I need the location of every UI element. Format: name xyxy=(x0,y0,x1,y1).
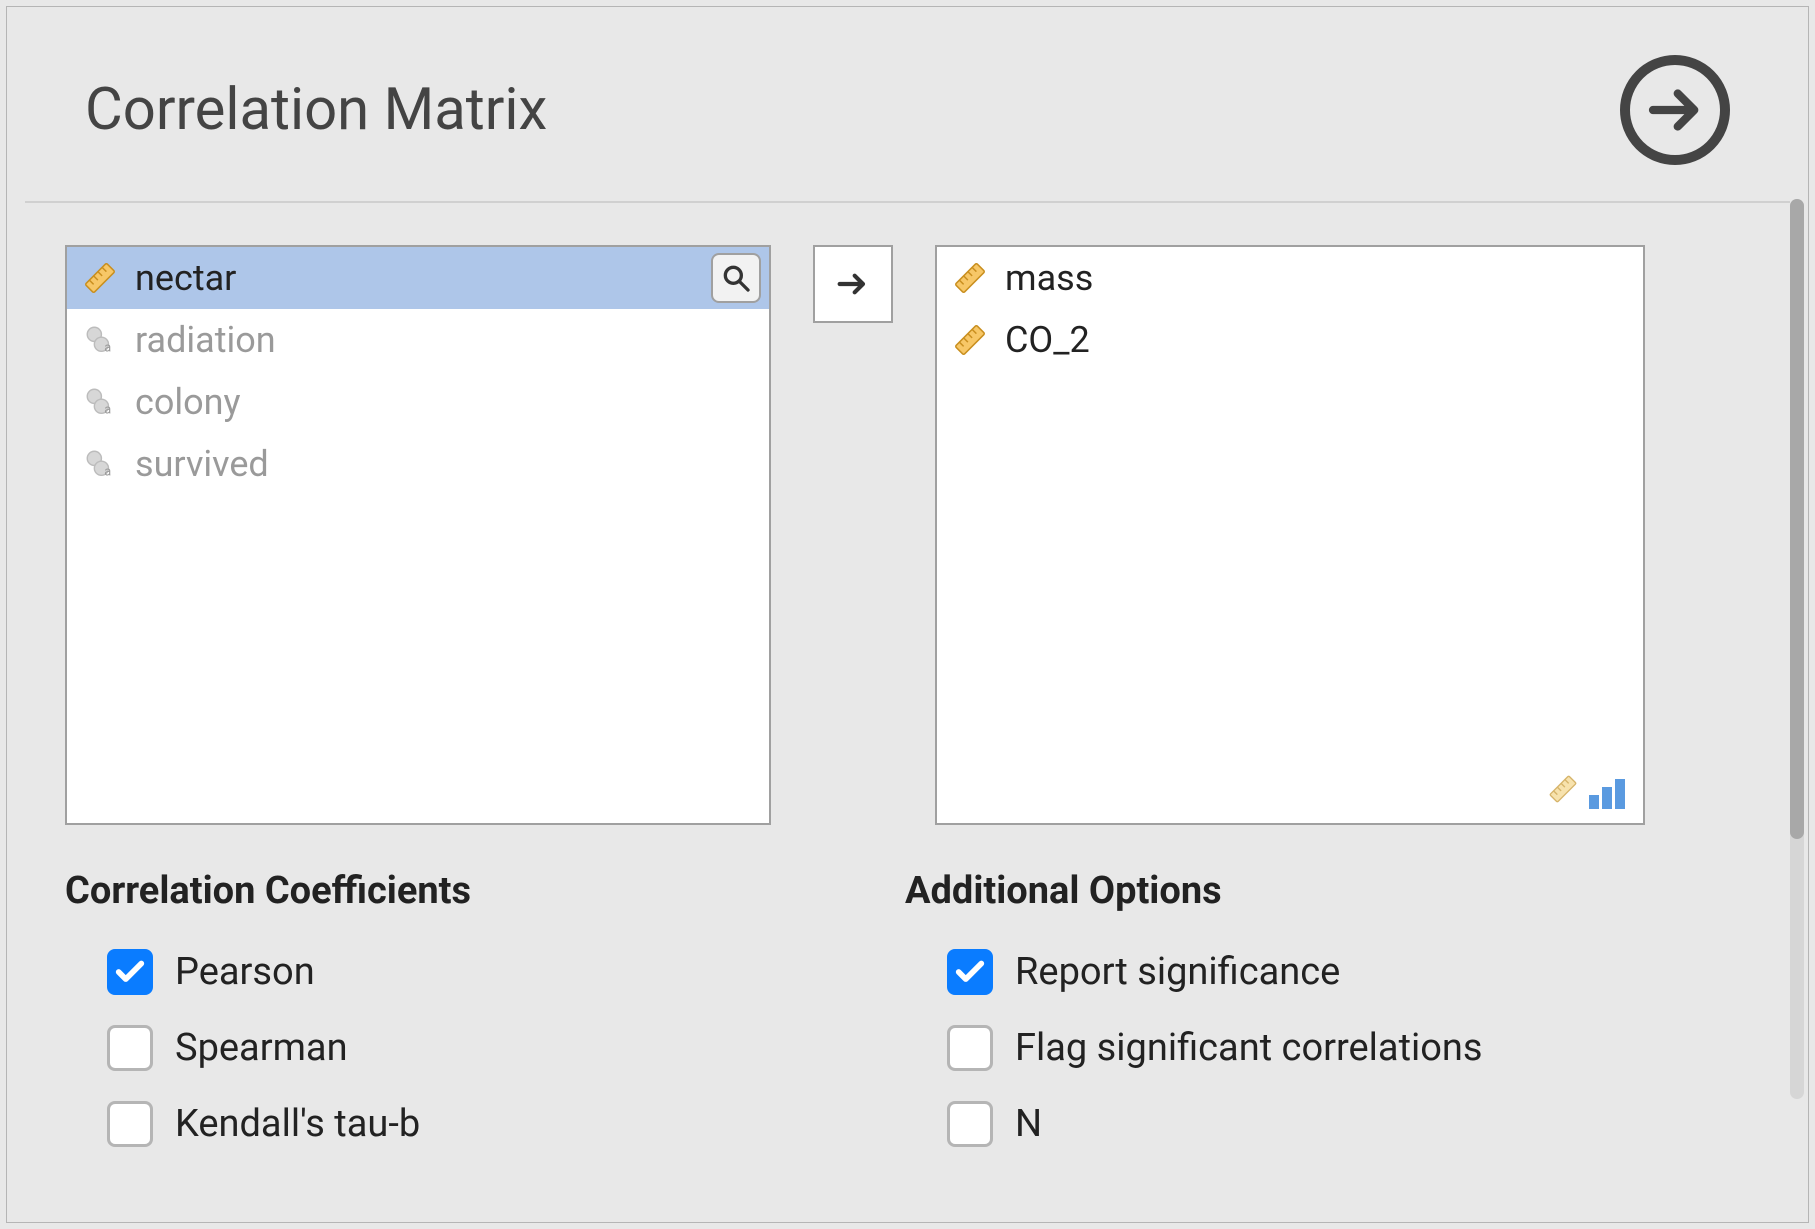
section-title-additional: Additional Options xyxy=(905,869,1745,913)
bars-icon xyxy=(1589,779,1625,809)
ruler-icon xyxy=(1547,773,1579,809)
ruler-icon xyxy=(79,257,121,299)
correlation-coefficients-section: Correlation Coefficients Pearson Spearma… xyxy=(65,869,905,1175)
svg-text:a: a xyxy=(104,402,111,417)
checkbox-label: N xyxy=(1015,1102,1042,1146)
svg-text:a: a xyxy=(104,340,111,355)
available-variables-list[interactable]: nectar a radiation a colony xyxy=(65,245,771,825)
additional-options-section: Additional Options Report significance F… xyxy=(905,869,1745,1175)
variable-label: survived xyxy=(135,443,269,485)
variable-item-colony[interactable]: a colony xyxy=(67,371,769,433)
app-root: Correlation Matrix nectar xyxy=(0,0,1815,1229)
variable-label: colony xyxy=(135,381,241,423)
nominal-icon: a xyxy=(79,319,121,361)
search-button[interactable] xyxy=(711,253,761,303)
variable-assignment-area: nectar a radiation a colony xyxy=(7,203,1808,825)
move-controls xyxy=(813,245,893,825)
checkbox-flag-significant[interactable] xyxy=(947,1025,993,1071)
check-icon xyxy=(113,955,147,989)
ruler-icon xyxy=(949,319,991,361)
checkbox-label: Kendall's tau-b xyxy=(175,1102,420,1146)
variable-item-radiation[interactable]: a radiation xyxy=(67,309,769,371)
variable-label: radiation xyxy=(135,319,276,361)
checkbox-n[interactable] xyxy=(947,1101,993,1147)
move-right-button[interactable] xyxy=(813,245,893,323)
variable-item-co2[interactable]: CO_2 xyxy=(937,309,1643,371)
options-area: Correlation Coefficients Pearson Spearma… xyxy=(7,825,1808,1175)
page-title: Correlation Matrix xyxy=(85,76,547,144)
ruler-icon xyxy=(949,257,991,299)
checkbox-row-pearson[interactable]: Pearson xyxy=(107,947,905,997)
checkbox-row-flag-significant[interactable]: Flag significant correlations xyxy=(947,1023,1745,1073)
checkbox-report-significance[interactable] xyxy=(947,949,993,995)
checkbox-label: Report significance xyxy=(1015,950,1340,994)
nominal-icon: a xyxy=(79,381,121,423)
section-title-coefficients: Correlation Coefficients xyxy=(65,869,905,913)
checkbox-row-report-significance[interactable]: Report significance xyxy=(947,947,1745,997)
variable-label: nectar xyxy=(135,257,236,299)
proceed-button[interactable] xyxy=(1620,55,1730,165)
variable-item-survived[interactable]: a survived xyxy=(67,433,769,495)
checkbox-label: Pearson xyxy=(175,950,315,994)
checkbox-row-spearman[interactable]: Spearman xyxy=(107,1023,905,1073)
variable-label: mass xyxy=(1005,257,1093,299)
checkbox-kendall[interactable] xyxy=(107,1101,153,1147)
nominal-icon: a xyxy=(79,443,121,485)
scrollbar-thumb[interactable] xyxy=(1790,199,1804,839)
svg-text:a: a xyxy=(104,464,111,479)
header: Correlation Matrix xyxy=(25,7,1790,203)
scrollbar[interactable] xyxy=(1790,199,1804,1099)
permitted-types-indicator xyxy=(1547,773,1625,809)
checkbox-label: Flag significant correlations xyxy=(1015,1026,1483,1070)
variable-label: CO_2 xyxy=(1005,319,1090,361)
checkbox-label: Spearman xyxy=(175,1026,348,1070)
check-icon xyxy=(953,955,987,989)
search-icon xyxy=(720,262,752,294)
panel: Correlation Matrix nectar xyxy=(6,6,1809,1223)
arrow-right-icon xyxy=(1642,77,1708,143)
target-variables-list[interactable]: mass CO_2 xyxy=(935,245,1645,825)
variable-item-nectar[interactable]: nectar xyxy=(67,247,769,309)
checkbox-spearman[interactable] xyxy=(107,1025,153,1071)
variable-item-mass[interactable]: mass xyxy=(937,247,1643,309)
checkbox-row-n[interactable]: N xyxy=(947,1099,1745,1149)
checkbox-row-kendall[interactable]: Kendall's tau-b xyxy=(107,1099,905,1149)
arrow-right-icon xyxy=(833,264,873,304)
checkbox-pearson[interactable] xyxy=(107,949,153,995)
